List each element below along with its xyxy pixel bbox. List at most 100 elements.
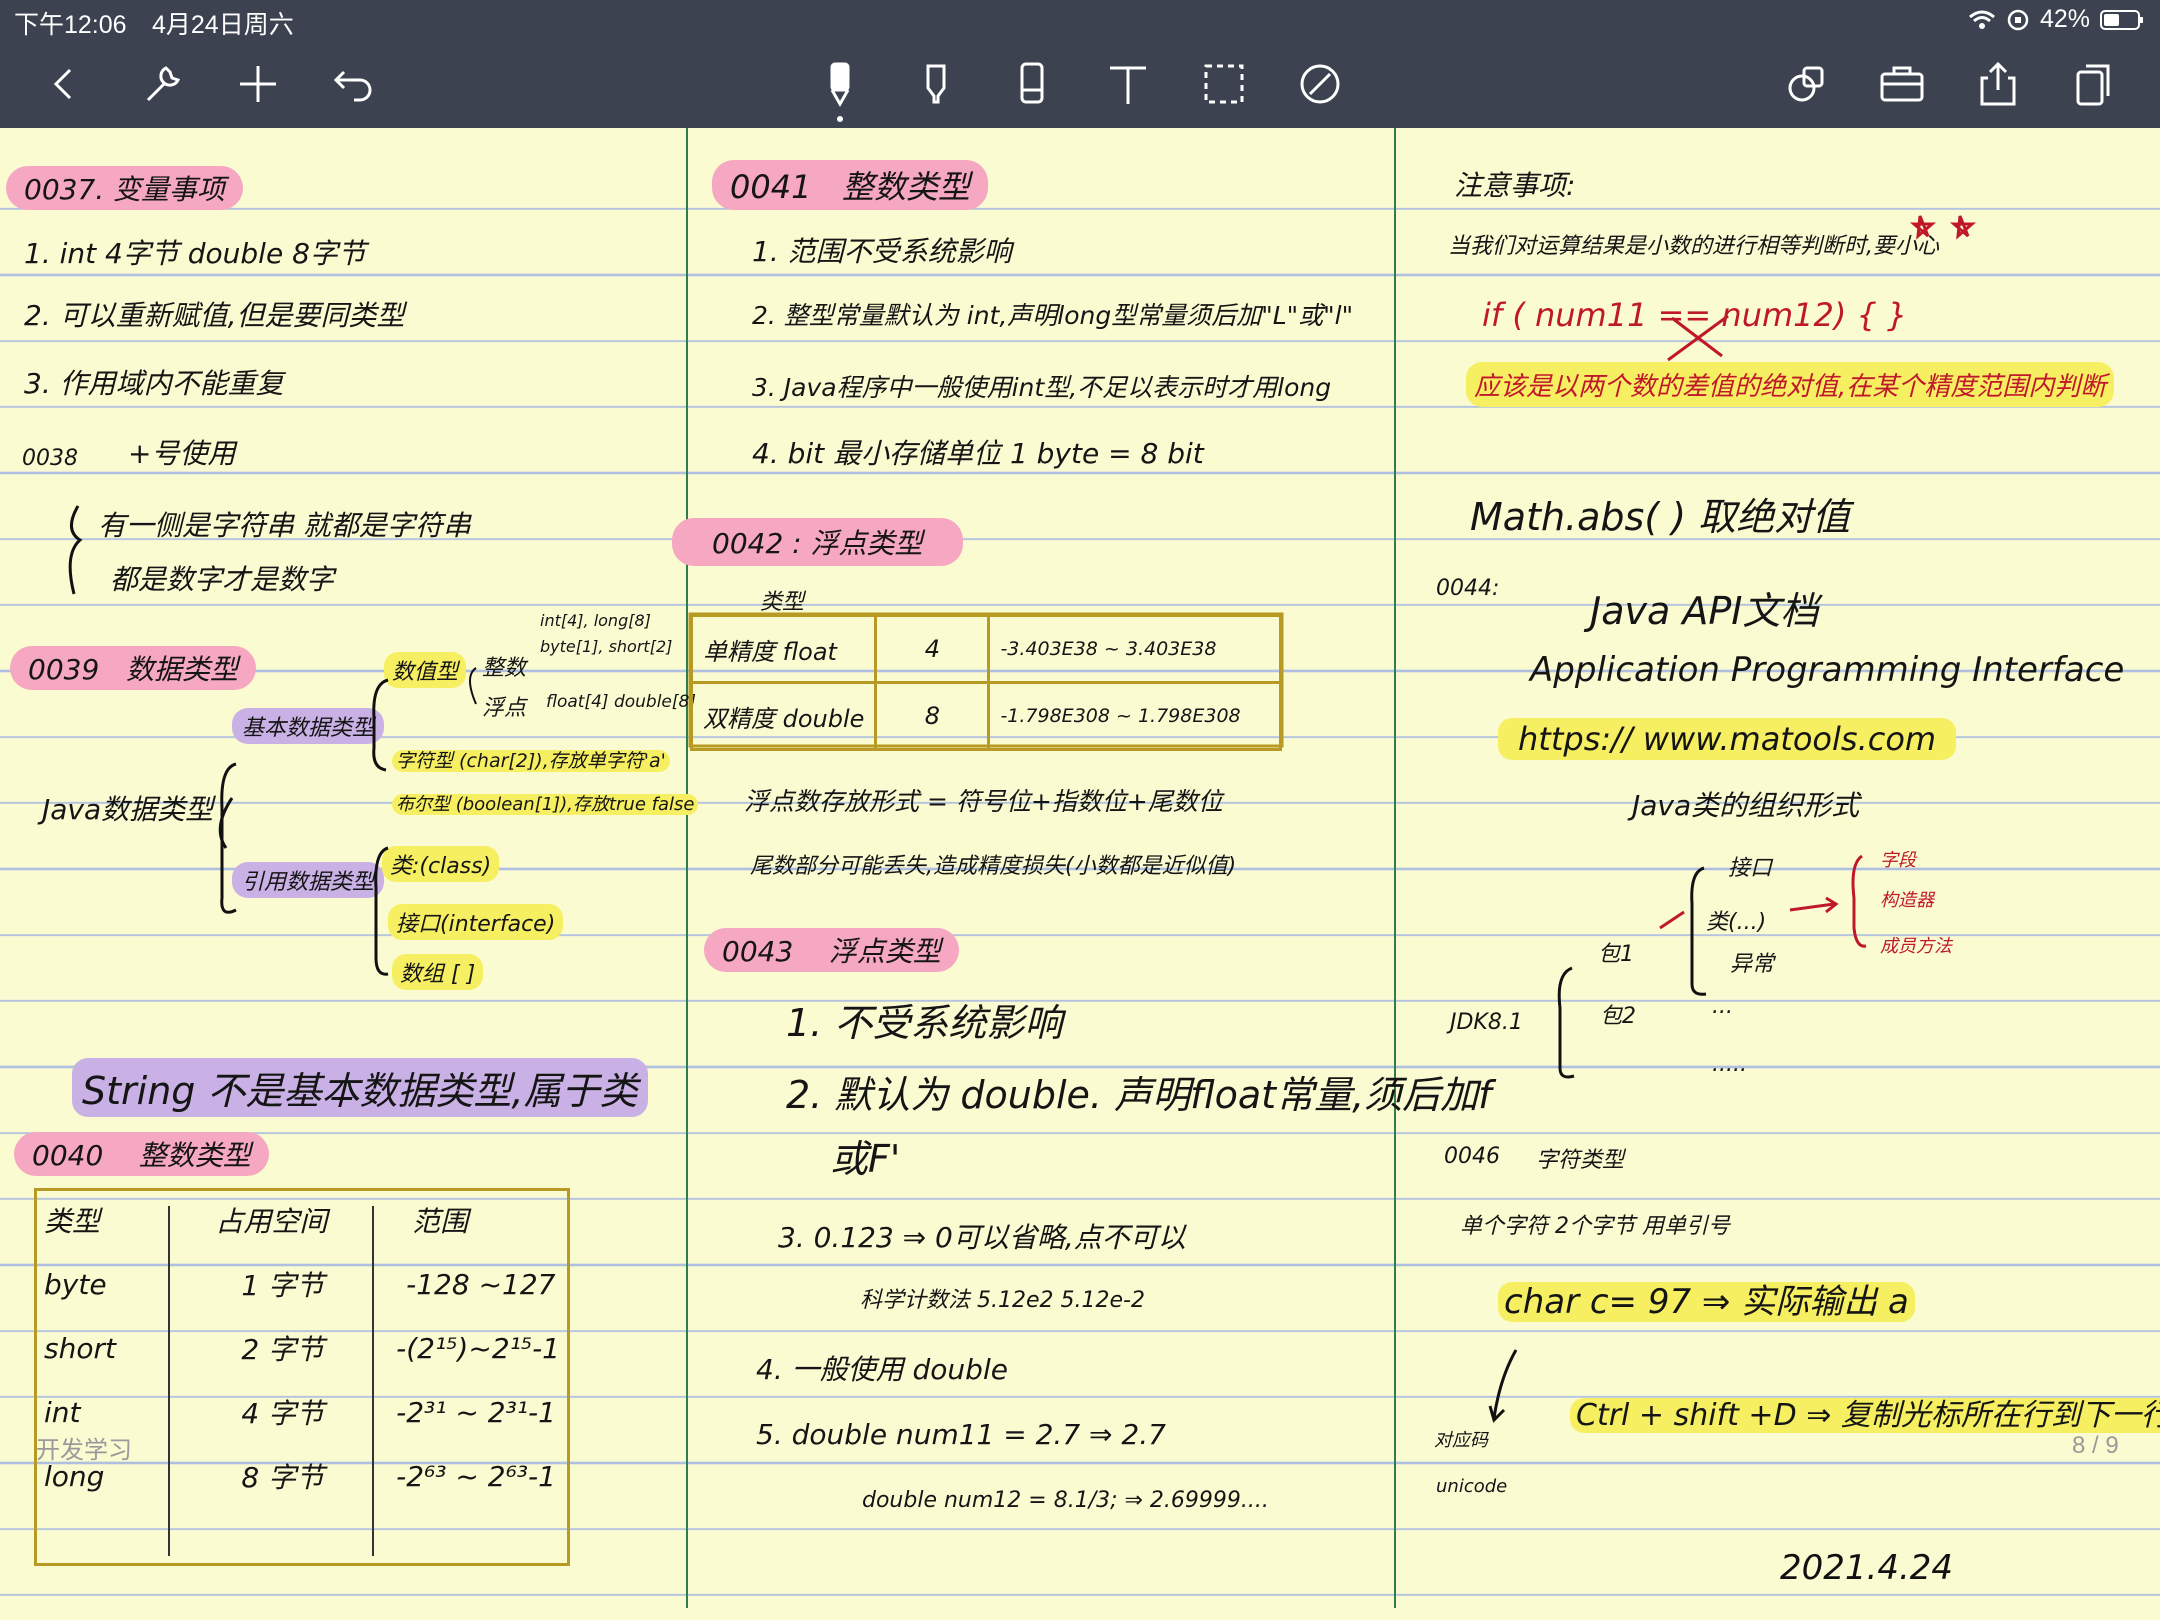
note-line: 2. 可以重新赋值,但是要同类型 (24, 299, 405, 332)
table-cell: 双精度 double (689, 681, 878, 751)
table-cell: -3.403E38 ~ 3.403E38 (987, 614, 1282, 684)
float-types-table: 单精度 float 4 -3.403E38 ~ 3.403E38 双精度 dou… (689, 614, 1282, 751)
highlighter-icon[interactable] (910, 58, 962, 110)
table-cell: 4 字节 (241, 1397, 325, 1430)
table-row: byte 1 字节 -128 ~127 (34, 1252, 570, 1316)
reference-types: 引用数据类型 (232, 862, 385, 898)
heading-0042: 0042 : 浮点类型 (672, 518, 963, 566)
note-line: 4. 一般使用 double (756, 1353, 1008, 1386)
table-cell: byte (44, 1267, 107, 1301)
status-indicators: 42% (1968, 5, 2144, 34)
note-line: 尾数部分可能丢失,造成精度损失(小数都是近似值) (750, 854, 1237, 879)
method-label: 成员方法 (1880, 936, 1952, 957)
dots: ..... (1712, 1052, 1747, 1077)
table-cell: 2 字节 (241, 1333, 325, 1366)
field-label: 字段 (1880, 850, 1916, 871)
share-icon[interactable] (1972, 58, 2024, 110)
table-header-cell: 类型 (44, 1205, 101, 1238)
char-type: 字符型 (char[2]),存放单字符'a' (392, 746, 670, 773)
table-header-cell: 占用空间 (215, 1205, 328, 1238)
unicode-label: unicode (1436, 1476, 1508, 1497)
package-1: 包1 (1598, 942, 1634, 967)
encoding-label: 对应码 (1434, 1430, 1488, 1451)
table-row: short 2 字节 -(2¹⁵)~2¹⁵-1 (34, 1316, 570, 1380)
constructor-label: 构造器 (1880, 890, 1934, 911)
java-api: Java API文档 (1590, 589, 1819, 633)
numeric-type: 数值型 (384, 652, 467, 688)
exception-label: 异常 (1730, 952, 1775, 977)
note-line: 4. bit 最小存储单位 1 byte = 8 bit (752, 437, 1204, 470)
wrench-icon[interactable] (136, 58, 188, 110)
note-line: 2. 默认为 double. 声明float常量,须后加f (786, 1073, 1492, 1117)
integer-list: int[4], long[8] byte[1], short[2] (540, 611, 673, 656)
note-line: 科学计数法 5.12e2 5.12e-2 (860, 1288, 1145, 1313)
status-time: 下午12:06 (14, 11, 127, 39)
note-line: 1. 范围不受系统影响 (752, 235, 1012, 268)
status-bar: 下午12:06 4月24日周六 42% (0, 0, 2160, 40)
table-cell: 8 字节 (241, 1461, 325, 1494)
api-full: Application Programming Interface (1530, 650, 2125, 690)
battery-percent: 42% (2039, 5, 2090, 33)
heading-0038: 0038 (22, 446, 78, 471)
table-row: 单精度 float 4 -3.403E38 ~ 3.403E38 (689, 614, 1282, 684)
notebook-page[interactable]: 0037. 变量事项 1. int 4字节 double 8字节 2. 可以重新… (0, 128, 2160, 1620)
heading-0040: 0040 整数类型 (14, 1132, 269, 1176)
heading-0044: 0044: (1436, 576, 1500, 601)
eraser-icon[interactable] (1006, 58, 1058, 110)
table-cell: -1.798E308 ~ 1.798E308 (987, 681, 1282, 751)
text-icon[interactable] (1102, 58, 1154, 110)
code-line: if ( num11 == num12) { } (1482, 296, 1908, 334)
array-type: 数组 [ ] (392, 954, 484, 990)
back-icon[interactable] (38, 58, 90, 110)
note-line-highlight: 应该是以两个数的差值的绝对值,在某个精度范围内判断 (1466, 362, 2115, 407)
dots: ... (1712, 994, 1733, 1019)
table-row: 双精度 double 8 -1.798E308 ~ 1.798E308 (689, 681, 1282, 751)
integer-type: 整数 (482, 656, 527, 681)
table-cell: -(2¹⁵)~2¹⁵-1 (396, 1331, 560, 1365)
note-line: 3. 0.123 ⇒ 0可以省略,点不可以 (778, 1221, 1186, 1254)
pen-icon[interactable] (814, 58, 866, 110)
status-date: 4月24日周六 (152, 11, 294, 39)
table-cell: 1 字节 (241, 1269, 325, 1302)
interface-type: 接口(interface) (388, 904, 564, 940)
pages-icon[interactable] (2068, 58, 2120, 110)
note-line: 或F' (830, 1137, 901, 1181)
boolean-type: 布尔型 (boolean[1]),存放true false (392, 790, 699, 816)
table-label: 类型 (760, 590, 805, 615)
note-line: 3. Java程序中一般使用int型,不足以表示时才用long (752, 373, 1332, 402)
table-header-cell: 范围 (412, 1205, 469, 1238)
note-line: 1. 不受系统影响 (786, 1001, 1063, 1045)
note-line: 1. int 4字节 double 8字节 (24, 237, 366, 270)
heading-0038-title: +号使用 (128, 437, 236, 470)
table-cell: -2⁶³ ~ 2⁶³-1 (396, 1459, 556, 1493)
java-data-types: Java数据类型 (42, 793, 214, 826)
table-header-row: 类型 占用空间 范围 (34, 1188, 570, 1252)
table-cell: -128 ~127 (406, 1267, 556, 1301)
note-line: 浮点数存放形式 = 符号位+指数位+尾数位 (744, 787, 1223, 816)
float-list: float[4] double[8] (546, 692, 696, 712)
note-line: 2. 整型常量默认为 int,声明long型常量须后加"L"或"l" (752, 301, 1354, 330)
basic-types: 基本数据类型 (232, 708, 385, 744)
undo-icon[interactable] (328, 58, 380, 110)
jdk-label: JDK8.1 (1450, 1010, 1523, 1035)
camera-icon[interactable] (1876, 58, 1928, 110)
package-2: 包2 (1600, 1004, 1636, 1029)
page-indicator: 8 / 9 (2072, 1432, 2119, 1459)
lasso-icon[interactable] (1198, 58, 1250, 110)
heading-0046: 0046 (1444, 1144, 1500, 1169)
note-line: Java类的组织形式 (1632, 789, 1860, 822)
active-tool-indicator (837, 116, 843, 122)
plus-icon[interactable] (232, 58, 284, 110)
url: https:// www.matools.com (1498, 718, 1957, 760)
notebook-name: 开发学习 (36, 1437, 132, 1464)
layers-icon[interactable] (1780, 58, 1832, 110)
shape-icon[interactable] (1294, 58, 1346, 110)
battery-icon (2100, 9, 2143, 30)
table-cell: short (44, 1331, 116, 1365)
heading-0037: 0037. 变量事项 (6, 166, 244, 210)
note-line: 都是数字才是数字 (110, 563, 335, 596)
note-line: 当我们对运算结果是小数的进行相等判断时,要小心 (1448, 234, 1939, 259)
class-type: 类:(class) (382, 846, 500, 882)
float-type: 浮点 (482, 696, 527, 721)
heading-0039: 0039 数据类型 (10, 646, 256, 690)
